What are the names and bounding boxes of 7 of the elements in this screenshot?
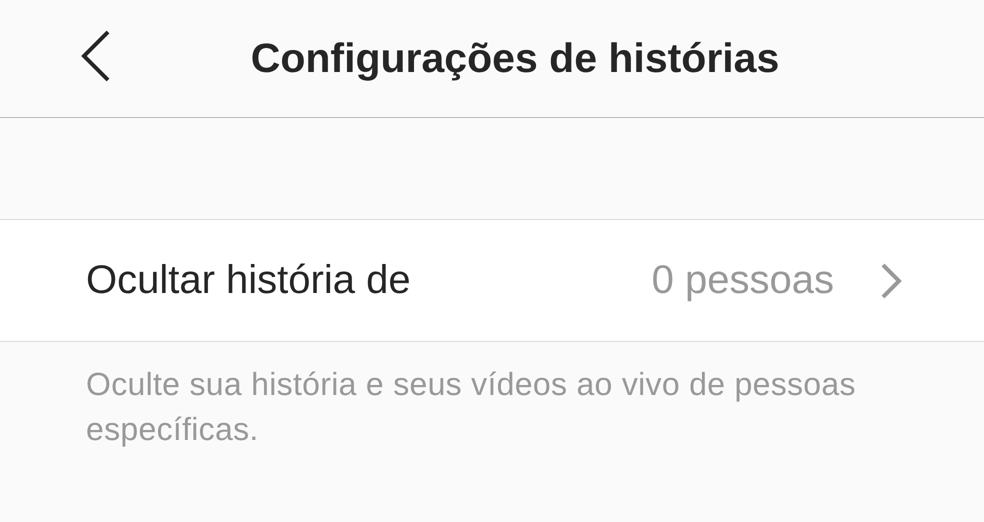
page-title: Configurações de histórias: [250, 35, 780, 82]
description-text: Oculte sua história e seus vídeos ao vivo de pessoas específicas.: [86, 365, 857, 449]
setting-row[interactable]: Ocultar história de 0 pessoas: [0, 219, 984, 342]
chevron-right-icon: [880, 262, 902, 298]
back-chevron-icon: [80, 30, 112, 82]
setting-label: Ocultar história de: [86, 258, 412, 303]
setting-value: 0 pessoas: [652, 258, 834, 303]
